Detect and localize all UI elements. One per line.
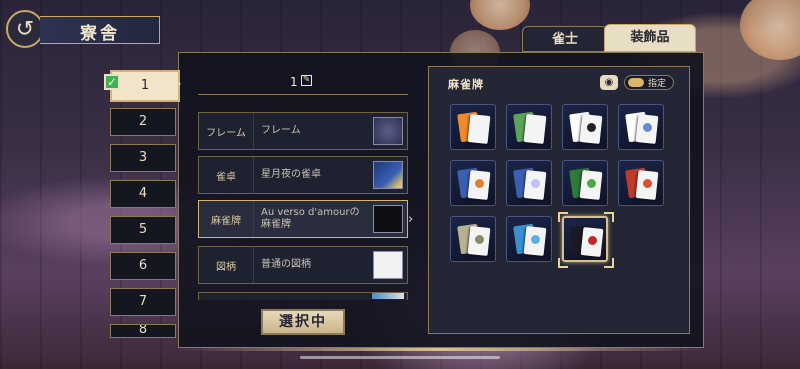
selection-corner [604, 258, 614, 268]
chevron-right-icon: › [408, 212, 414, 227]
selection-corner [558, 258, 568, 268]
toggle-knob [628, 78, 644, 87]
tile-option[interactable] [450, 104, 496, 150]
slot-label: 7 [138, 294, 148, 309]
selection-corner [604, 212, 614, 222]
tile-option[interactable] [618, 160, 664, 206]
slot-7-button[interactable]: 7 [110, 288, 176, 316]
tile-emblem-icon [588, 236, 597, 245]
slot-label: 2 [138, 114, 148, 129]
tile-option[interactable] [506, 104, 552, 150]
tile-face [523, 114, 547, 144]
slot-8-button[interactable]: 8 [110, 324, 176, 338]
row-frame[interactable]: フレーム フレーム [198, 112, 408, 150]
slot-3-button[interactable]: 3 [110, 144, 176, 172]
tile-emblem-icon [531, 235, 540, 244]
row-value: Au verso d'amourの麻雀牌 [261, 207, 360, 230]
tile-option[interactable] [618, 104, 664, 150]
tile-option[interactable] [562, 104, 608, 150]
row-label: 麻雀牌 [199, 201, 254, 237]
slot-1-button[interactable]: 1 [110, 70, 180, 102]
row-label: 図柄 [199, 247, 254, 283]
tab-decorations[interactable]: 装飾品 [604, 24, 696, 52]
home-indicator [300, 356, 500, 359]
eye-icon[interactable]: ◉ [600, 75, 618, 90]
slot-label: 3 [138, 150, 148, 165]
row-value: 普通の図柄 [261, 259, 311, 270]
row-value: 星月夜の雀卓 [261, 169, 321, 180]
edit-icon[interactable]: ✎ [301, 75, 312, 86]
slot-label: 8 [138, 324, 148, 337]
back-button[interactable]: ↺ [6, 10, 44, 48]
row-value: フレーム [261, 125, 301, 136]
tile-thumbnail [373, 205, 403, 233]
tile-face [467, 114, 491, 144]
tile-option[interactable] [450, 216, 496, 262]
slot-label: 4 [138, 186, 148, 201]
partial-thumbnail [372, 293, 404, 299]
slot-4-button[interactable]: 4 [110, 180, 176, 208]
row-tiles[interactable]: 麻雀牌 Au verso d'amourの麻雀牌 [198, 200, 408, 238]
back-arrow-icon: ↺ [15, 17, 35, 42]
bottom-rim [178, 348, 704, 351]
row-label: フレーム [199, 113, 254, 149]
slot-label: 6 [138, 258, 148, 273]
set-name: 1 [290, 75, 298, 89]
row-pattern[interactable]: 図柄 普通の図柄 [198, 246, 408, 284]
slot-6-button[interactable]: 6 [110, 252, 176, 280]
table-thumbnail [373, 161, 403, 189]
check-icon: ✓ [104, 74, 120, 90]
tile-option[interactable] [506, 160, 552, 206]
page-title: 寮舎 [80, 24, 120, 44]
tile-emblem-icon [643, 179, 652, 188]
slot-label: 5 [138, 222, 148, 237]
specify-label: 指定 [648, 79, 667, 89]
slot-5-button[interactable]: 5 [110, 216, 176, 244]
panel-title: 麻雀牌 [448, 78, 484, 91]
pattern-thumbnail [373, 251, 403, 279]
selection-corner [558, 212, 568, 222]
tile-emblem-icon [475, 179, 484, 188]
chevron-right-icon: › [176, 76, 182, 92]
tile-option[interactable] [506, 216, 552, 262]
frame-thumbnail [373, 117, 403, 145]
slot-label: 1 [140, 78, 150, 93]
tile-emblem-icon [475, 235, 484, 244]
tab-janshi[interactable]: 雀士 [522, 26, 608, 52]
tile-emblem-icon [587, 179, 596, 188]
row-table[interactable]: 雀卓 星月夜の雀卓 [198, 156, 408, 194]
slot-2-button[interactable]: 2 [110, 108, 176, 136]
tile-emblem-icon [643, 123, 652, 132]
tile-emblem-icon [587, 123, 596, 132]
tile-option[interactable] [562, 160, 608, 206]
tile-option[interactable] [562, 216, 608, 262]
selected-button[interactable]: 選択中 [261, 309, 345, 335]
row-label: 雀卓 [199, 157, 254, 193]
tile-emblem-icon [531, 179, 540, 188]
tile-option[interactable] [450, 160, 496, 206]
